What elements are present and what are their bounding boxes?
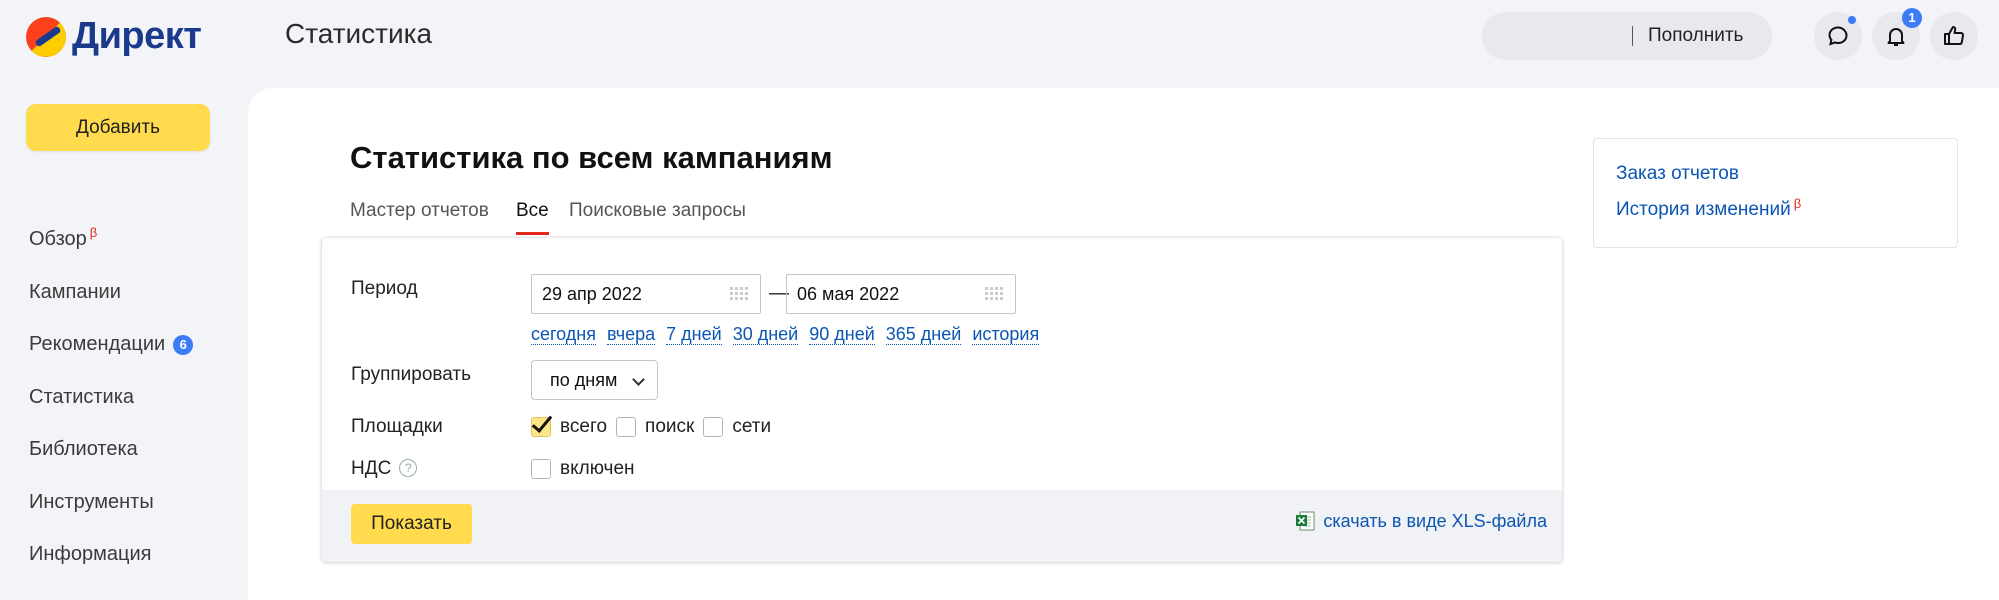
add-button[interactable]: Добавить bbox=[26, 104, 210, 151]
quick-period-links: сегодня вчера 7 дней 30 дней 90 дней 365… bbox=[531, 324, 1050, 345]
beta-badge: β bbox=[89, 225, 98, 240]
platforms-label: Площадки bbox=[351, 416, 443, 437]
yandex-logo-icon bbox=[26, 16, 66, 57]
reports-side-panel: Заказ отчетов История изменений β bbox=[1593, 138, 1958, 248]
group-by-value: по дням bbox=[550, 370, 618, 390]
thumbs-up-icon bbox=[1944, 26, 1964, 45]
group-by-select[interactable]: по дням bbox=[531, 360, 658, 400]
chevron-down-icon bbox=[632, 373, 645, 386]
platform-search-checkbox[interactable] bbox=[616, 417, 637, 437]
period-link-30-days[interactable]: 30 дней bbox=[732, 324, 799, 345]
platform-search-label[interactable]: поиск bbox=[645, 416, 694, 438]
change-history-label: История изменений bbox=[1616, 199, 1791, 220]
sidebar-item-campaigns[interactable]: Кампании bbox=[29, 281, 121, 304]
platform-networks-label[interactable]: сети bbox=[732, 416, 771, 438]
balance-widget[interactable]: Пополнить bbox=[1482, 12, 1772, 60]
active-tab-underline bbox=[516, 232, 549, 235]
order-reports-label: Заказ отчетов bbox=[1616, 163, 1739, 184]
period-link-history[interactable]: история bbox=[972, 324, 1040, 345]
recommendations-count-badge: 6 bbox=[173, 335, 194, 355]
date-from-input[interactable]: 29 апр 2022 bbox=[531, 274, 761, 314]
sidebar-item-label: Рекомендации bbox=[29, 333, 166, 355]
balance-divider bbox=[1632, 26, 1633, 46]
notifications-count-badge: 1 bbox=[1902, 8, 1922, 28]
logo[interactable]: Директ bbox=[26, 15, 202, 58]
period-label: Период bbox=[351, 278, 418, 299]
sidebar-item-label: Инструменты bbox=[29, 491, 154, 513]
help-icon[interactable]: ? bbox=[399, 459, 418, 477]
beta-badge: β bbox=[1793, 196, 1802, 211]
excel-file-icon bbox=[1296, 511, 1315, 531]
page-title: Статистика по всем кампаниям bbox=[350, 140, 833, 175]
vat-option: включен bbox=[531, 458, 644, 480]
calendar-icon[interactable] bbox=[985, 287, 1007, 301]
group-label: Группировать bbox=[351, 364, 472, 385]
calendar-icon[interactable] bbox=[730, 287, 752, 301]
tab-label: Все bbox=[516, 200, 549, 221]
change-history-link[interactable]: История изменений β bbox=[1616, 196, 1802, 221]
date-to-input[interactable]: 06 мая 2022 bbox=[786, 274, 1016, 314]
tab-report-wizard[interactable]: Мастер отчетов bbox=[350, 200, 489, 222]
vat-label-row: НДС? bbox=[351, 458, 418, 480]
show-button[interactable]: Показать bbox=[351, 504, 472, 544]
sidebar-item-recommendations[interactable]: Рекомендации 6 bbox=[29, 333, 194, 356]
header: Директ Статистика Пополнить 1 bbox=[0, 0, 1999, 72]
period-link-90-days[interactable]: 90 дней bbox=[809, 324, 875, 345]
sidebar-item-overview[interactable]: Обзор β bbox=[29, 225, 98, 251]
order-reports-link[interactable]: Заказ отчетов bbox=[1616, 163, 1739, 185]
page-header-title: Статистика bbox=[285, 18, 433, 49]
tab-search-queries[interactable]: Поисковые запросы bbox=[569, 200, 746, 222]
sidebar-item-library[interactable]: Библиотека bbox=[29, 438, 138, 461]
topup-button[interactable]: Пополнить bbox=[1648, 25, 1743, 47]
vat-included-label[interactable]: включен bbox=[560, 458, 635, 480]
platform-networks-checkbox[interactable] bbox=[703, 417, 724, 437]
sidebar-item-label: Обзор bbox=[29, 228, 87, 250]
platform-all-checkbox[interactable] bbox=[531, 411, 553, 437]
period-link-yesterday[interactable]: вчера bbox=[607, 324, 656, 345]
sidebar-item-label: Кампании bbox=[29, 281, 121, 303]
sidebar-item-statistics[interactable]: Статистика bbox=[29, 386, 134, 409]
tab-all[interactable]: Все bbox=[516, 200, 549, 235]
period-link-today[interactable]: сегодня bbox=[531, 324, 596, 345]
period-link-365-days[interactable]: 365 дней bbox=[885, 324, 962, 345]
download-xls-label: скачать в виде XLS-файла bbox=[1323, 510, 1547, 531]
notifications-button[interactable]: 1 bbox=[1872, 8, 1922, 60]
platform-all-label[interactable]: всего bbox=[560, 416, 607, 438]
date-from-value: 29 апр 2022 bbox=[542, 284, 642, 304]
chat-unread-dot bbox=[1848, 16, 1856, 24]
bell-icon bbox=[1887, 28, 1905, 46]
logo-text: Директ bbox=[72, 15, 202, 57]
sidebar-item-label: Библиотека bbox=[29, 438, 138, 460]
checkmark-icon bbox=[531, 411, 553, 433]
sidebar-item-info[interactable]: Информация bbox=[29, 543, 151, 566]
vat-label: НДС bbox=[351, 458, 392, 479]
feedback-button[interactable] bbox=[1930, 12, 1978, 60]
period-link-7-days[interactable]: 7 дней bbox=[666, 324, 722, 345]
sidebar-item-label: Информация bbox=[29, 543, 152, 565]
chat-button[interactable] bbox=[1814, 12, 1862, 60]
main-content: Статистика по всем кампаниям Мастер отче… bbox=[248, 88, 1999, 600]
download-xls-link[interactable]: скачать в виде XLS-файла bbox=[1295, 510, 1547, 532]
sidebar-item-tools[interactable]: Инструменты bbox=[29, 491, 154, 514]
date-to-value: 06 мая 2022 bbox=[797, 284, 900, 304]
vat-included-checkbox[interactable] bbox=[531, 459, 551, 479]
report-form-panel: Период 29 апр 2022 — 06 мая 2022 сегодня… bbox=[322, 238, 1562, 562]
sidebar-item-label: Статистика bbox=[29, 386, 135, 408]
form-footer: Показать скачать в виде XLS-файла bbox=[322, 490, 1562, 562]
platforms-options: всего поиск сети bbox=[531, 411, 780, 438]
chat-icon bbox=[1828, 26, 1848, 46]
